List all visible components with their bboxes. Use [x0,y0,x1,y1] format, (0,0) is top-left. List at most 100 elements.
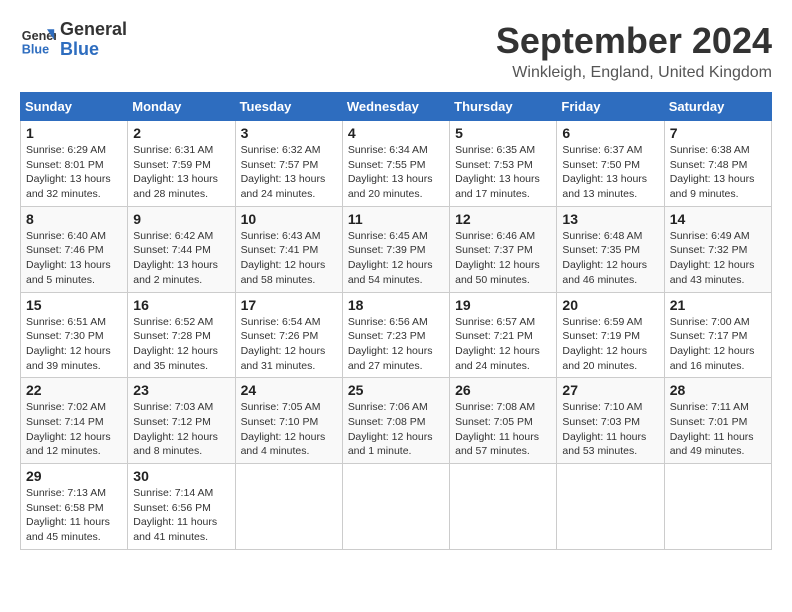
day-info: Sunrise: 7:06 AM Sunset: 7:08 PM Dayligh… [348,400,444,459]
day-number: 17 [241,297,337,313]
calendar-cell: 12Sunrise: 6:46 AM Sunset: 7:37 PM Dayli… [450,206,557,292]
day-number: 24 [241,382,337,398]
calendar-cell: 6 Sunrise: 6:37 AM Sunset: 7:50 PM Daylig… [557,121,664,207]
day-info: Sunrise: 7:11 AM Sunset: 7:01 PM Dayligh… [670,400,766,459]
day-number: 3 [241,125,337,141]
day-info: Sunrise: 6:56 AM Sunset: 7:23 PM Dayligh… [348,315,444,374]
day-info: Sunrise: 6:38 AM Sunset: 7:48 PM Dayligh… [670,143,766,202]
calendar-cell: 1 Sunrise: 6:29 AM Sunset: 8:01 PM Daylig… [21,121,128,207]
calendar-header-sunday: Sunday [21,93,128,121]
day-info: Sunrise: 6:37 AM Sunset: 7:50 PM Dayligh… [562,143,658,202]
day-info: Sunrise: 7:00 AM Sunset: 7:17 PM Dayligh… [670,315,766,374]
day-info: Sunrise: 6:35 AM Sunset: 7:53 PM Dayligh… [455,143,551,202]
logo-text: General Blue [60,20,127,60]
day-info: Sunrise: 6:52 AM Sunset: 7:28 PM Dayligh… [133,315,229,374]
calendar-cell: 13 Sunrise: 6:48 AM Sunset: 7:35 PM Dayli… [557,206,664,292]
calendar-header-friday: Friday [557,93,664,121]
calendar-cell: 30 Sunrise: 7:14 AM Sunset: 6:56 PM Dayli… [128,464,235,550]
calendar-cell: 21 Sunrise: 7:00 AM Sunset: 7:17 PM Dayli… [664,292,771,378]
page-header: General Blue General Blue September 2024… [20,20,772,82]
calendar-cell: 19Sunrise: 6:57 AM Sunset: 7:21 PM Dayli… [450,292,557,378]
calendar-cell: 7 Sunrise: 6:38 AM Sunset: 7:48 PM Daylig… [664,121,771,207]
day-number: 1 [26,125,122,141]
day-number: 30 [133,468,229,484]
calendar-cell: 24Sunrise: 7:05 AM Sunset: 7:10 PM Dayli… [235,378,342,464]
calendar-cell: 27 Sunrise: 7:10 AM Sunset: 7:03 PM Dayli… [557,378,664,464]
day-number: 27 [562,382,658,398]
calendar-cell: 3 Sunrise: 6:32 AM Sunset: 7:57 PM Daylig… [235,121,342,207]
calendar-cell: 25 Sunrise: 7:06 AM Sunset: 7:08 PM Dayli… [342,378,449,464]
calendar-cell: 23 Sunrise: 7:03 AM Sunset: 7:12 PM Dayli… [128,378,235,464]
calendar-header-wednesday: Wednesday [342,93,449,121]
subtitle: Winkleigh, England, United Kingdom [496,64,772,82]
calendar-cell: 15 Sunrise: 6:51 AM Sunset: 7:30 PM Dayli… [21,292,128,378]
day-number: 19 [455,297,551,313]
day-info: Sunrise: 6:46 AM Sunset: 7:37 PM Dayligh… [455,229,551,288]
day-number: 2 [133,125,229,141]
calendar-table: SundayMondayTuesdayWednesdayThursdayFrid… [20,92,772,550]
calendar-week-row: 1 Sunrise: 6:29 AM Sunset: 8:01 PM Daylig… [21,121,772,207]
calendar-cell: 20 Sunrise: 6:59 AM Sunset: 7:19 PM Dayli… [557,292,664,378]
day-number: 13 [562,211,658,227]
day-info: Sunrise: 6:34 AM Sunset: 7:55 PM Dayligh… [348,143,444,202]
day-info: Sunrise: 6:51 AM Sunset: 7:30 PM Dayligh… [26,315,122,374]
calendar-cell: 10Sunrise: 6:43 AM Sunset: 7:41 PM Dayli… [235,206,342,292]
day-info: Sunrise: 6:32 AM Sunset: 7:57 PM Dayligh… [241,143,337,202]
day-number: 15 [26,297,122,313]
calendar-header-monday: Monday [128,93,235,121]
day-number: 4 [348,125,444,141]
calendar-cell [235,464,342,550]
logo: General Blue General Blue [20,20,127,60]
day-number: 23 [133,382,229,398]
calendar-cell: 16Sunrise: 6:52 AM Sunset: 7:28 PM Dayli… [128,292,235,378]
day-info: Sunrise: 6:48 AM Sunset: 7:35 PM Dayligh… [562,229,658,288]
day-number: 29 [26,468,122,484]
calendar-cell: 29 Sunrise: 7:13 AM Sunset: 6:58 PM Dayli… [21,464,128,550]
day-info: Sunrise: 6:31 AM Sunset: 7:59 PM Dayligh… [133,143,229,202]
calendar-cell [557,464,664,550]
logo-line1: General [60,20,127,40]
day-info: Sunrise: 6:42 AM Sunset: 7:44 PM Dayligh… [133,229,229,288]
day-number: 20 [562,297,658,313]
calendar-cell: 14Sunrise: 6:49 AM Sunset: 7:32 PM Dayli… [664,206,771,292]
day-number: 6 [562,125,658,141]
day-info: Sunrise: 6:29 AM Sunset: 8:01 PM Dayligh… [26,143,122,202]
calendar-cell [342,464,449,550]
day-info: Sunrise: 7:14 AM Sunset: 6:56 PM Dayligh… [133,486,229,545]
day-number: 11 [348,211,444,227]
calendar-cell: 8Sunrise: 6:40 AM Sunset: 7:46 PM Daylig… [21,206,128,292]
day-number: 18 [348,297,444,313]
calendar-cell [450,464,557,550]
day-number: 5 [455,125,551,141]
day-number: 7 [670,125,766,141]
calendar-cell: 26Sunrise: 7:08 AM Sunset: 7:05 PM Dayli… [450,378,557,464]
calendar-cell: 22Sunrise: 7:02 AM Sunset: 7:14 PM Dayli… [21,378,128,464]
day-number: 14 [670,211,766,227]
day-number: 25 [348,382,444,398]
day-info: Sunrise: 7:02 AM Sunset: 7:14 PM Dayligh… [26,400,122,459]
calendar-header-row: SundayMondayTuesdayWednesdayThursdayFrid… [21,93,772,121]
calendar-cell: 4 Sunrise: 6:34 AM Sunset: 7:55 PM Daylig… [342,121,449,207]
main-title: September 2024 [496,20,772,62]
day-number: 9 [133,211,229,227]
day-number: 8 [26,211,122,227]
calendar-cell: 9 Sunrise: 6:42 AM Sunset: 7:44 PM Daylig… [128,206,235,292]
calendar-week-row: 8Sunrise: 6:40 AM Sunset: 7:46 PM Daylig… [21,206,772,292]
day-info: Sunrise: 7:13 AM Sunset: 6:58 PM Dayligh… [26,486,122,545]
logo-line2: Blue [60,40,127,60]
calendar-header-saturday: Saturday [664,93,771,121]
calendar-week-row: 29 Sunrise: 7:13 AM Sunset: 6:58 PM Dayli… [21,464,772,550]
day-info: Sunrise: 7:10 AM Sunset: 7:03 PM Dayligh… [562,400,658,459]
calendar-cell: 28 Sunrise: 7:11 AM Sunset: 7:01 PM Dayli… [664,378,771,464]
day-number: 10 [241,211,337,227]
day-number: 21 [670,297,766,313]
day-number: 28 [670,382,766,398]
logo-icon: General Blue [20,22,56,58]
day-info: Sunrise: 7:03 AM Sunset: 7:12 PM Dayligh… [133,400,229,459]
day-info: Sunrise: 6:54 AM Sunset: 7:26 PM Dayligh… [241,315,337,374]
calendar-cell: 5 Sunrise: 6:35 AM Sunset: 7:53 PM Daylig… [450,121,557,207]
day-info: Sunrise: 7:08 AM Sunset: 7:05 PM Dayligh… [455,400,551,459]
calendar-header-thursday: Thursday [450,93,557,121]
calendar-cell: 17 Sunrise: 6:54 AM Sunset: 7:26 PM Dayli… [235,292,342,378]
day-info: Sunrise: 6:59 AM Sunset: 7:19 PM Dayligh… [562,315,658,374]
